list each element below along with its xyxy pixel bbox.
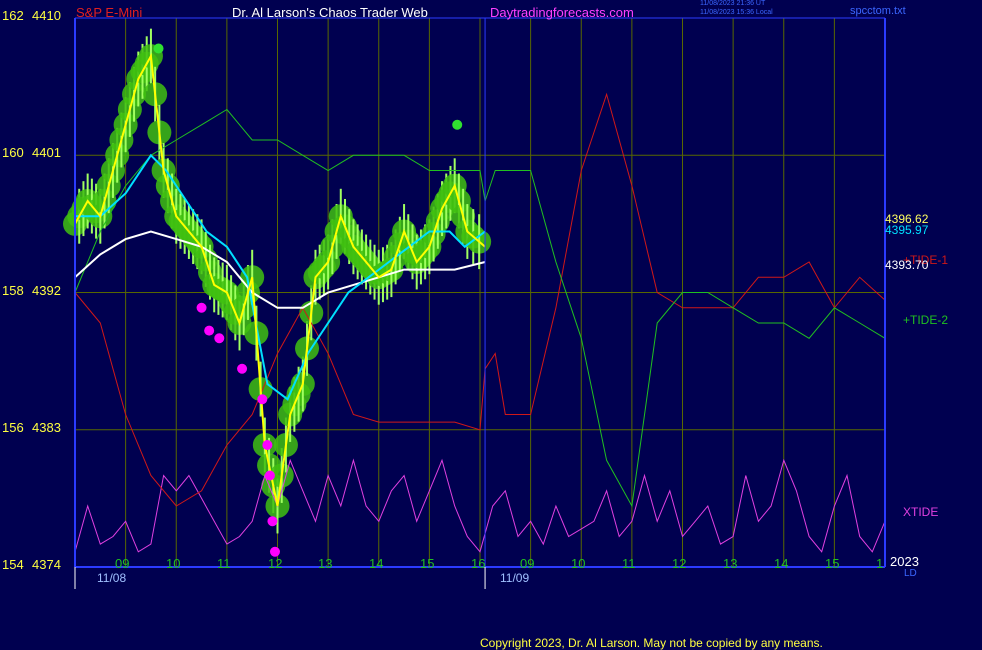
instrument-title: S&P E-Mini bbox=[76, 5, 143, 20]
slow-ma-label: 4393.70 bbox=[885, 258, 929, 272]
x-tick: 09 bbox=[520, 556, 535, 571]
x-tick: 12 bbox=[268, 556, 283, 571]
green-dot bbox=[153, 43, 164, 54]
chart-canvas bbox=[0, 0, 982, 650]
file-name: spcctom.txt bbox=[850, 5, 906, 17]
magenta-dot bbox=[204, 325, 215, 336]
x-tick: 15 bbox=[420, 556, 435, 571]
date-label: 11/08 bbox=[97, 571, 127, 585]
x-tick: 14 bbox=[369, 556, 384, 571]
y-left-tick: 160 bbox=[2, 145, 24, 160]
y-price-tick: 4392 bbox=[32, 283, 61, 298]
site-url[interactable]: Daytradingforecasts.com bbox=[490, 5, 634, 20]
magenta-dot bbox=[262, 440, 273, 450]
date-label: 11/09 bbox=[500, 571, 530, 585]
magenta-dot bbox=[264, 470, 275, 481]
y-price-tick: 4401 bbox=[32, 145, 61, 160]
x-tick: 12 bbox=[672, 556, 687, 571]
xtide-label: XTIDE bbox=[903, 505, 939, 519]
x-tick: 10 bbox=[166, 556, 181, 571]
magenta-dot bbox=[267, 516, 278, 527]
x-tick: 11 bbox=[217, 556, 231, 571]
y-left-tick: 156 bbox=[2, 420, 24, 435]
x-tick: 09 bbox=[115, 556, 130, 571]
x-tick: 13 bbox=[723, 556, 738, 571]
magenta-dot bbox=[237, 363, 248, 374]
y-left-tick: 154 bbox=[2, 557, 24, 572]
y-left-tick: 158 bbox=[2, 283, 24, 298]
x-tick: 10 bbox=[571, 556, 586, 571]
magenta-dot bbox=[196, 302, 207, 313]
x-tick: 13 bbox=[318, 556, 333, 571]
magenta-dot bbox=[214, 333, 225, 344]
stamp-local: 11/08/2023 15:36 Local bbox=[700, 9, 773, 16]
x-tick: 1 bbox=[876, 556, 884, 571]
y-price-tick: 4410 bbox=[32, 8, 61, 23]
x-tick: 11 bbox=[622, 556, 636, 571]
green-dot bbox=[452, 119, 463, 130]
ld-tag: LD bbox=[904, 568, 917, 579]
x-tick: 15 bbox=[825, 556, 840, 571]
magenta-dot bbox=[257, 394, 268, 405]
year-label: 2023 bbox=[890, 554, 919, 569]
fast-ma-label: 4395.97 bbox=[885, 223, 929, 237]
copyright: Copyright 2023, Dr. Al Larson. May not b… bbox=[480, 636, 823, 650]
x-tick: 16 bbox=[471, 556, 486, 571]
tide2-label: +TIDE-2 bbox=[903, 313, 949, 327]
y-price-tick: 4383 bbox=[32, 420, 61, 435]
site-title: Dr. Al Larson's Chaos Trader Web bbox=[232, 5, 428, 20]
x-tick: 14 bbox=[774, 556, 789, 571]
stamp-utc: 11/08/2023 21:36 UT bbox=[700, 0, 766, 7]
y-left-tick: 162 bbox=[2, 8, 24, 23]
y-price-tick: 4374 bbox=[32, 557, 61, 572]
